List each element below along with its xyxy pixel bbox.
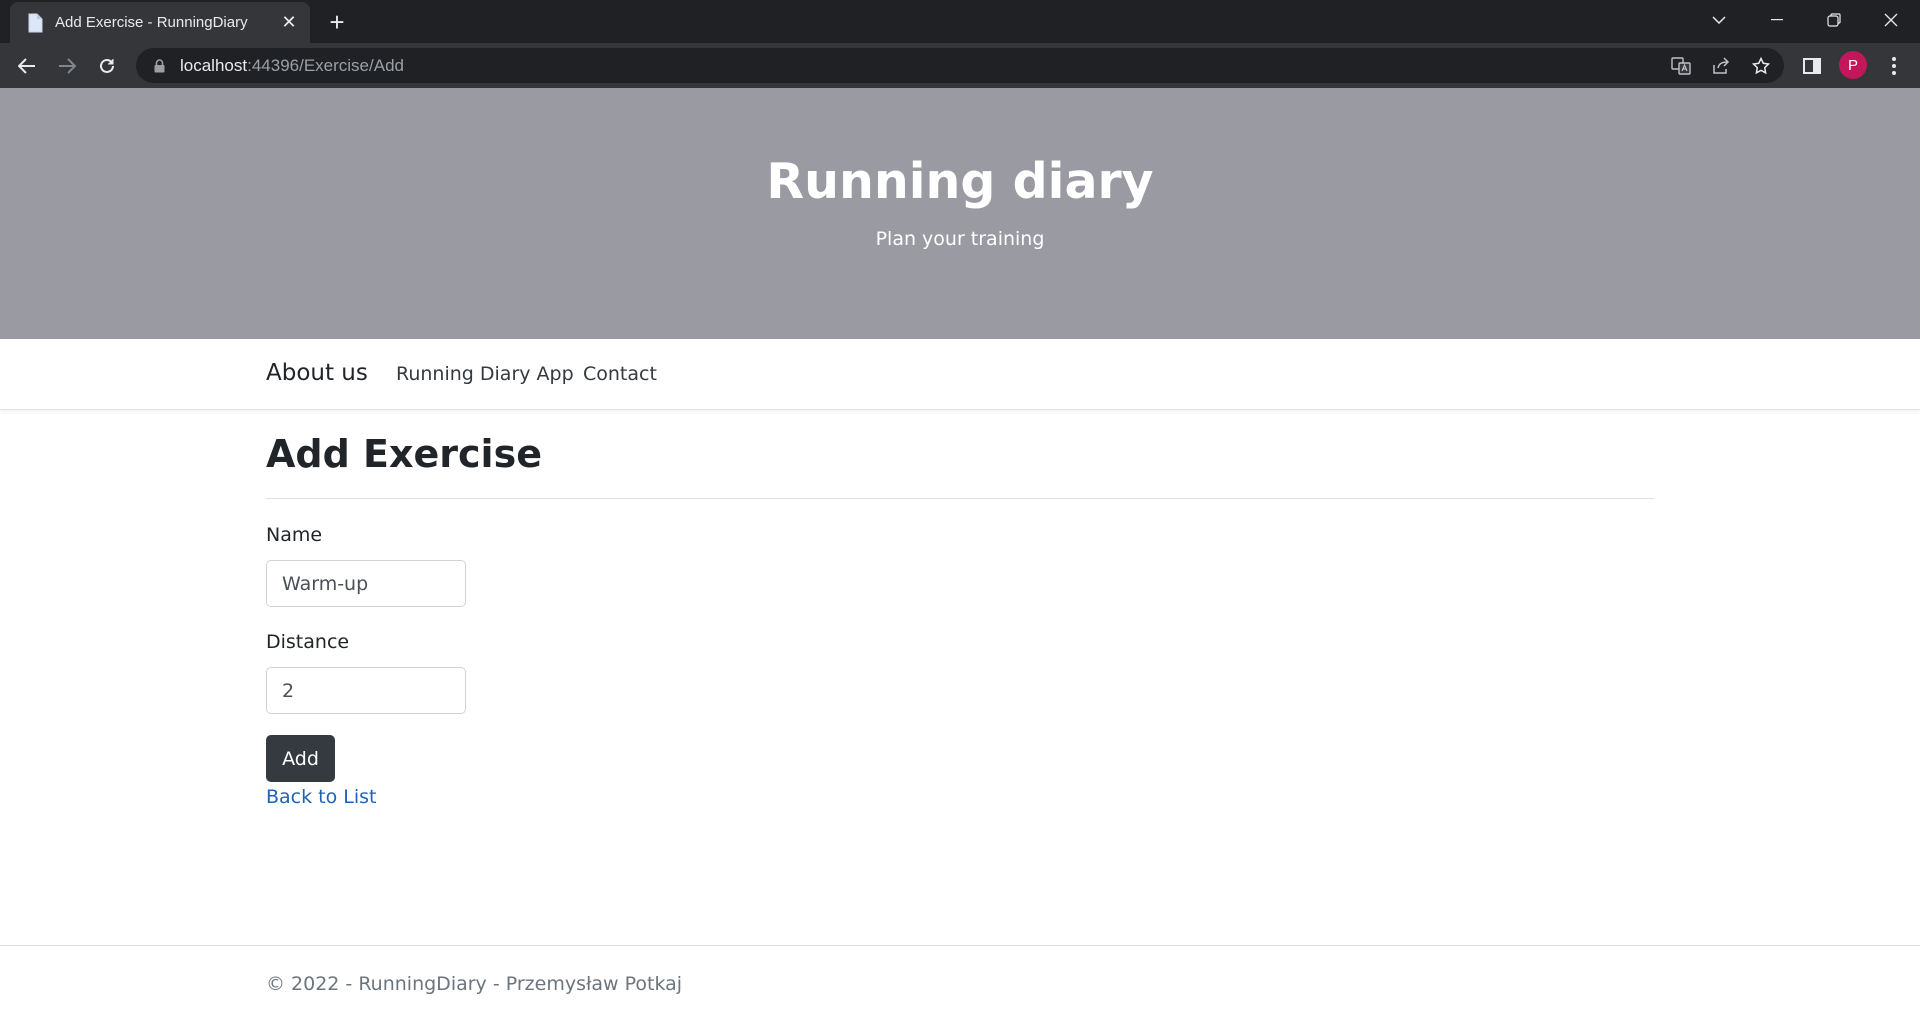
page-header: Running diary Plan your training (0, 88, 1920, 339)
footer-divider (0, 945, 1920, 946)
back-to-list-link[interactable]: Back to List (266, 786, 377, 808)
translate-icon[interactable] (1671, 56, 1691, 76)
add-button[interactable]: Add (266, 735, 335, 782)
distance-input[interactable] (266, 667, 466, 714)
browser-toolbar: localhost:44396/Exercise/Add P (0, 43, 1920, 88)
tab-search-chevron-icon[interactable] (1691, 0, 1747, 40)
page-favicon-icon (25, 13, 45, 33)
browser-tab[interactable]: Add Exercise - RunningDiary ✕ (10, 2, 310, 43)
nav-brand-about-us[interactable]: About us (266, 360, 368, 386)
share-icon[interactable] (1711, 56, 1731, 76)
browser-tab-bar: Add Exercise - RunningDiary ✕ + (0, 0, 1920, 43)
profile-avatar[interactable]: P (1839, 51, 1867, 79)
tab-close-icon[interactable]: ✕ (278, 12, 300, 34)
bookmark-star-icon[interactable] (1751, 56, 1771, 76)
tab-title: Add Exercise - RunningDiary (55, 14, 248, 31)
restore-icon[interactable] (1806, 0, 1862, 40)
url-text[interactable]: localhost:44396/Exercise/Add (180, 56, 404, 76)
window-close-icon[interactable] (1863, 0, 1919, 40)
lock-icon[interactable] (152, 58, 166, 73)
site-title: Running diary (766, 153, 1154, 210)
minimize-icon[interactable] (1749, 0, 1805, 40)
forward-arrow-icon[interactable] (50, 49, 84, 83)
nav-link-contact[interactable]: Contact (583, 363, 657, 385)
name-label: Name (266, 524, 323, 546)
side-panel-icon[interactable] (1799, 53, 1825, 79)
reload-icon[interactable] (90, 49, 124, 83)
page-title: Add Exercise (266, 432, 542, 476)
site-subtitle: Plan your training (875, 228, 1045, 250)
menu-kebab-icon[interactable] (1881, 53, 1907, 79)
main-navbar: About us Running Diary App Contact (0, 339, 1920, 410)
address-bar[interactable]: localhost:44396/Exercise/Add (136, 48, 1784, 83)
back-arrow-icon[interactable] (10, 49, 44, 83)
title-divider (266, 498, 1654, 499)
footer-text: © 2022 - RunningDiary - Przemysław Potka… (266, 973, 683, 995)
new-tab-button[interactable]: + (323, 7, 351, 37)
nav-link-running-diary-app[interactable]: Running Diary App (396, 363, 574, 385)
name-input[interactable] (266, 560, 466, 607)
distance-label: Distance (266, 631, 350, 653)
